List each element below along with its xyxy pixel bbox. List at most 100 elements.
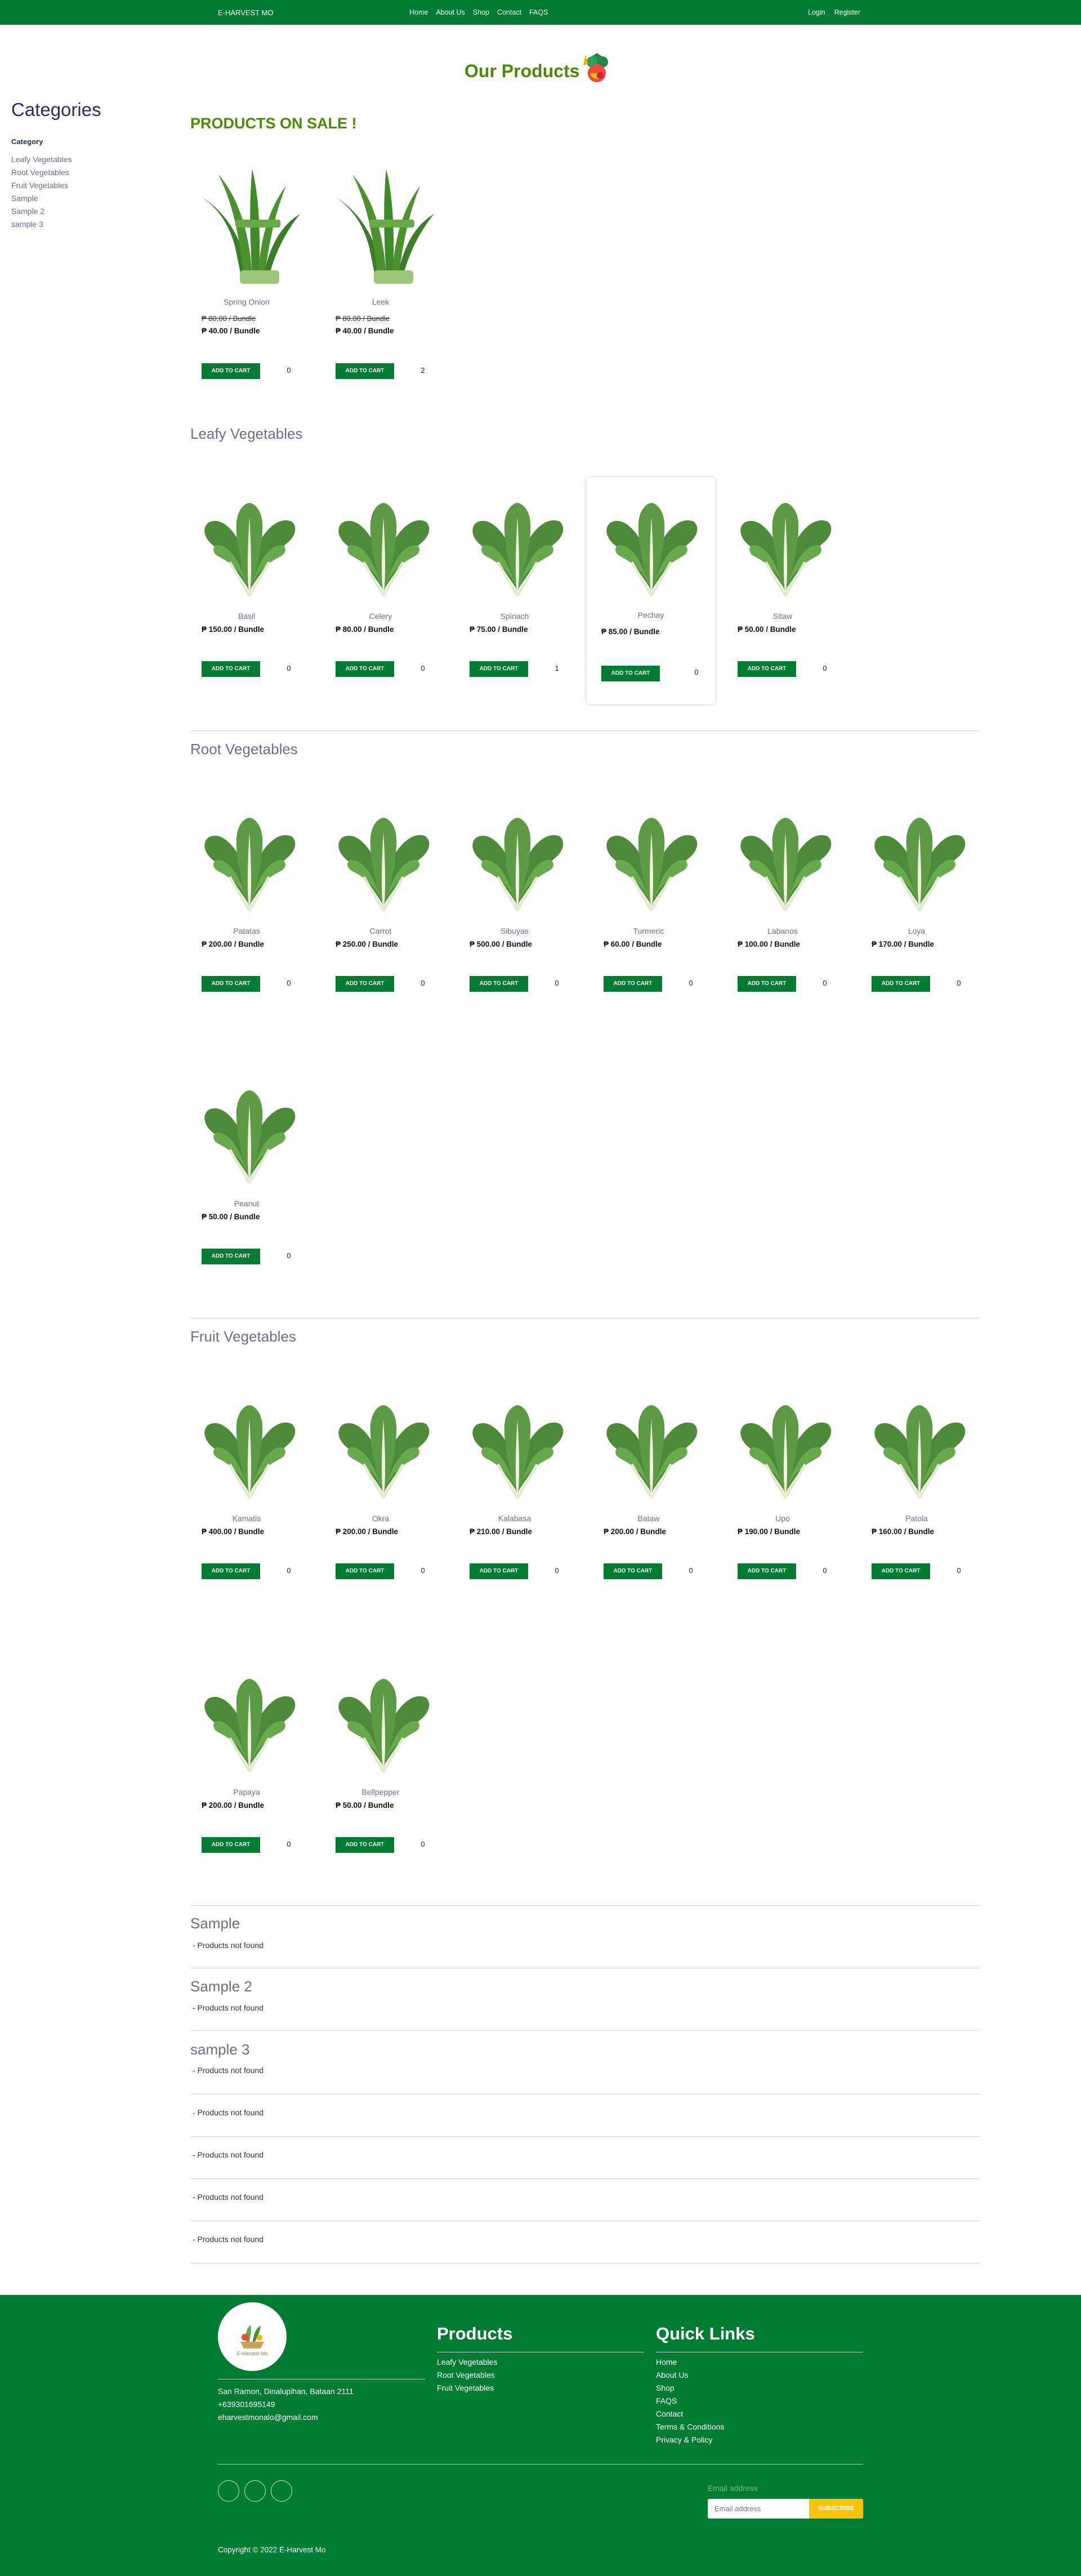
product-price: ₱ 160.00 / Bundle [872,1527,935,1536]
add-to-cart-button[interactable]: ADD TO CART [738,661,796,677]
product-card: Papaya ₱ 200.00 / Bundle ADD TO CART 0 [190,1654,303,1901]
patola-image [866,1380,973,1509]
cart-quantity: 0 [694,668,699,676]
footer-link-faqs[interactable]: FAQS [656,2396,677,2405]
instagram-icon[interactable] [271,2480,292,2502]
product-card: Spinach ₱ 75.00 / Bundle ADD TO CART 1 [458,478,571,725]
product-name: Kalabasa [498,1514,531,1523]
nav-home[interactable]: Home [409,8,428,16]
footer-logo-text: E-Harvest Mo [236,2351,268,2356]
add-to-cart-button[interactable]: ADD TO CART [604,1563,662,1579]
kalabasa-image [464,1380,571,1509]
nav-shop[interactable]: Shop [473,8,489,16]
category-sample-2[interactable]: Sample 2 [11,205,141,218]
twitter-icon[interactable] [244,2480,266,2502]
add-to-cart-button[interactable]: ADD TO CART [604,976,662,992]
add-to-cart-button[interactable]: ADD TO CART [470,661,528,677]
footer-link-privacy[interactable]: Privacy & Policy [656,2435,712,2444]
product-name: Sitaw [772,612,793,621]
add-to-cart-button[interactable]: ADD TO CART [336,363,394,379]
product-name: Leek [372,297,390,306]
nav-about-us[interactable]: About Us [436,8,464,16]
product-price: ₱ 40.00 / Bundle [336,327,394,335]
category-root-vegetables[interactable]: Root Vegetables [11,166,141,179]
footer-link-home[interactable]: Home [656,2357,677,2366]
footer-link-root[interactable]: Root Vegetables [437,2370,495,2379]
add-to-cart-button[interactable]: ADD TO CART [202,363,260,379]
harvest-logo-icon [240,2325,264,2348]
products-not-found: - Products not found [193,2192,264,2201]
add-to-cart-button[interactable]: ADD TO CART [202,1249,260,1264]
product-name: Celery [369,612,392,621]
add-to-cart-button[interactable]: ADD TO CART [202,1563,260,1579]
product-name: Turmeric [633,926,664,935]
brand-logo-text[interactable]: E-HARVEST MO [218,8,273,17]
kamatis-image [196,1380,303,1509]
product-name: Sibuyas [501,926,529,935]
add-to-cart-button[interactable]: ADD TO CART [202,976,260,992]
product-price: ₱ 50.00 / Bundle [202,1213,260,1221]
subscribe-button[interactable]: SUBSCRIBE [809,2499,863,2519]
cart-quantity: 0 [957,979,961,987]
category-sample-3[interactable]: sample 3 [11,218,141,231]
nav-faqs[interactable]: FAQS [529,8,548,16]
login-link[interactable]: Login [808,8,825,16]
footer-link-leafy[interactable]: Leafy Vegetables [437,2357,497,2366]
product-price: ₱ 200.00 / Bundle [202,1801,265,1810]
footer-link-contact[interactable]: Contact [656,2409,683,2418]
add-to-cart-button[interactable]: ADD TO CART [202,1837,260,1853]
cart-quantity: 0 [689,1566,693,1575]
add-to-cart-button[interactable]: ADD TO CART [872,1563,930,1579]
footer-link-about[interactable]: About Us [656,2370,689,2379]
register-link[interactable]: Register [834,8,861,16]
footer-link-terms[interactable]: Terms & Conditions [656,2422,724,2431]
categories-sidebar: Categories Category Leafy Vegetables Roo… [11,99,141,231]
leek-image [330,163,437,293]
add-to-cart-button[interactable]: ADD TO CART [470,976,528,992]
footer-link-fruit[interactable]: Fruit Vegetables [437,2383,494,2392]
products-not-found: - Products not found [193,2066,264,2075]
sample-2-heading: Sample 2 [190,1978,252,1995]
section-divider [190,730,980,731]
product-name: Basil [238,612,256,621]
category-leafy-vegetables[interactable]: Leafy Vegetables [11,153,141,166]
product-name: Patatas [233,926,260,935]
facebook-icon[interactable] [218,2480,239,2502]
pechay-image [598,478,705,607]
cart-quantity: 0 [287,366,291,375]
cart-quantity: 0 [957,1566,961,1575]
add-to-cart-button[interactable]: ADD TO CART [336,661,394,677]
cart-quantity: 0 [823,664,827,672]
add-to-cart-button[interactable]: ADD TO CART [738,1563,796,1579]
turmeric-image [598,792,705,922]
product-price: ₱ 190.00 / Bundle [738,1527,801,1536]
product-price: ₱ 200.00 / Bundle [202,940,265,948]
category-fruit-vegetables[interactable]: Fruit Vegetables [11,179,141,192]
product-card: Loya ₱ 170.00 / Bundle ADD TO CART 0 [860,792,973,1040]
add-to-cart-button[interactable]: ADD TO CART [336,1563,394,1579]
nav-contact[interactable]: Contact [497,8,521,16]
product-price: ₱ 40.00 / Bundle [202,327,260,335]
product-card: Sitaw ₱ 50.00 / Bundle ADD TO CART 0 [726,478,839,725]
newsletter-email-input[interactable] [708,2499,809,2519]
add-to-cart-button[interactable]: ADD TO CART [336,1837,394,1853]
add-to-cart-button[interactable]: ADD TO CART [738,976,796,992]
footer-email[interactable]: eharvestmonalo@gmail.com [218,2413,318,2422]
add-to-cart-button[interactable]: ADD TO CART [872,976,930,992]
product-card: Bellpepper ₱ 50.00 / Bundle ADD TO CART … [324,1654,437,1901]
sample-3-heading: sample 3 [190,2041,250,2058]
add-to-cart-button[interactable]: ADD TO CART [601,666,660,681]
patatas-image [196,792,303,922]
okra-image [330,1380,437,1509]
cart-quantity: 0 [823,1566,827,1575]
add-to-cart-button[interactable]: ADD TO CART [202,661,260,677]
product-card-highlighted: Pechay ₱ 85.00 / Bundle ADD TO CART 0 [587,478,715,704]
product-price: ₱ 200.00 / Bundle [336,1527,399,1536]
category-sample[interactable]: Sample [11,192,141,205]
add-to-cart-button[interactable]: ADD TO CART [336,976,394,992]
cart-quantity: 2 [421,366,425,375]
leafy-vegetables-heading: Leafy Vegetables [190,425,303,442]
footer-link-shop[interactable]: Shop [656,2383,674,2392]
newsletter-email-label: Email address [708,2484,758,2493]
add-to-cart-button[interactable]: ADD TO CART [470,1563,528,1579]
